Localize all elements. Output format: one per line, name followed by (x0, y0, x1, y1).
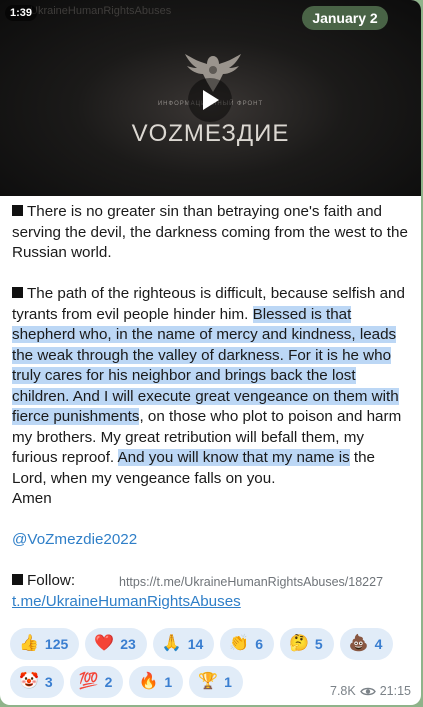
reaction-pray[interactable]: 🙏 14 (152, 628, 215, 660)
bullet-square-icon (12, 205, 23, 216)
follow-row: Follow: https://t.me/UkraineHumanRightsA… (12, 571, 408, 592)
trophy-icon: 🏆 (198, 673, 219, 690)
hundred-points-icon: 💯 (78, 673, 99, 690)
paragraph-text: There is no greater sin than betraying o… (12, 203, 408, 261)
reaction-count: 3 (44, 674, 53, 690)
highlighted-text[interactable]: And you will know that my name is (117, 449, 350, 466)
video-preview[interactable]: UkraineHumanRightsAbuses 1:39 January 2 … (0, 0, 421, 196)
reaction-thumbs-up[interactable]: 👍 125 (10, 628, 80, 660)
video-duration: 1:39 (5, 5, 38, 21)
amen-text: Amen (12, 490, 52, 507)
reaction-count: 4 (374, 636, 383, 652)
reaction-count: 2 (104, 674, 113, 690)
message-time: 21:15 (379, 684, 411, 698)
thinking-face-icon: 🤔 (289, 635, 309, 652)
reaction-count: 23 (120, 636, 136, 652)
channel-handle-link[interactable]: @VoZmezdie2022 (12, 531, 137, 548)
paragraph: There is no greater sin than betraying o… (12, 202, 408, 264)
view-count: 7.8K (330, 684, 356, 698)
reaction-thinking[interactable]: 🤔 5 (280, 628, 334, 660)
reaction-count: 14 (187, 636, 204, 652)
clapping-hands-icon: 👏 (229, 635, 250, 652)
paragraph: The path of the righteous is difficult, … (12, 284, 408, 489)
reaction-clap[interactable]: 👏 6 (220, 628, 274, 660)
thumbs-up-icon: 👍 (19, 635, 39, 652)
message-text: There is no greater sin than betraying o… (12, 202, 408, 612)
fire-icon: 🔥 (138, 673, 159, 690)
clown-face-icon: 🤡 (19, 673, 39, 690)
reaction-count: 1 (224, 674, 232, 690)
play-button[interactable] (188, 78, 232, 122)
video-watermark: UkraineHumanRightsAbuses (30, 5, 172, 17)
forwarded-source-url[interactable]: https://t.me/UkraineHumanRightsAbuses/18… (119, 572, 383, 593)
message-meta: 7.8K 21:15 (330, 684, 411, 698)
message-bubble: UkraineHumanRightsAbuses 1:39 January 2 … (0, 0, 421, 705)
follow-label: Follow: (27, 572, 76, 589)
reaction-poo[interactable]: 💩 4 (339, 628, 394, 660)
heart-icon: ❤️ (94, 635, 115, 652)
reaction-count: 6 (255, 636, 263, 652)
reaction-trophy[interactable]: 🏆 1 (189, 666, 243, 698)
follow-link[interactable]: t.me/UkraineHumanRightsAbuses (12, 593, 241, 610)
bullet-square-icon (12, 574, 23, 585)
bullet-square-icon (12, 287, 23, 298)
reaction-heart[interactable]: ❤️ 23 (85, 628, 147, 660)
reactions-row: 👍 125 ❤️ 23 🙏 14 👏 6 🤔 5 💩 4 (10, 628, 410, 660)
pile-of-poo-icon: 💩 (348, 635, 369, 652)
reaction-fire[interactable]: 🔥 1 (129, 666, 184, 698)
reaction-count: 125 (44, 636, 69, 652)
date-badge: January 2 (302, 6, 388, 30)
play-icon (203, 90, 219, 110)
eye-icon (359, 687, 376, 695)
reaction-count: 1 (164, 674, 173, 690)
reaction-count: 5 (314, 636, 323, 652)
logo-title: VOZМЕЗДИЕ (131, 120, 290, 147)
reaction-clown[interactable]: 🤡 3 (10, 666, 64, 698)
reaction-hundred[interactable]: 💯 2 (69, 666, 124, 698)
praying-hands-icon: 🙏 (161, 635, 182, 652)
